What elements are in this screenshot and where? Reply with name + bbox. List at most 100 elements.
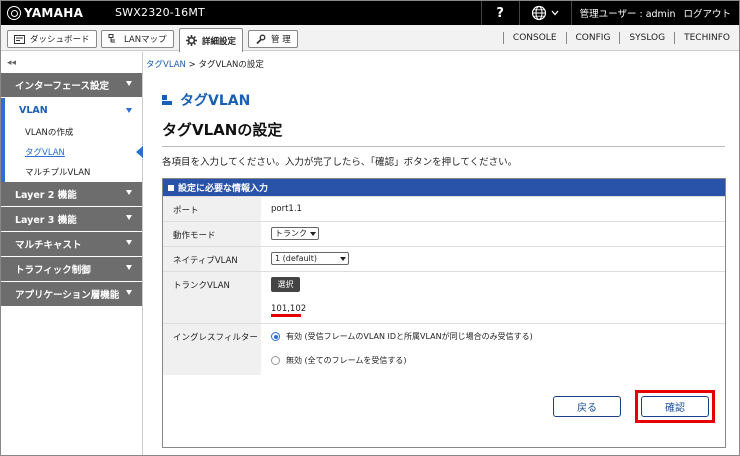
chevron-down-icon bbox=[126, 81, 132, 86]
yamaha-logo: YAMAHA bbox=[7, 5, 83, 21]
native-vlan-select-value: 1 (default) bbox=[275, 254, 318, 263]
nav-dashboard-label: ダッシュボード bbox=[30, 35, 90, 45]
sidebar-item-application[interactable]: アプリケーション層機能 bbox=[1, 282, 142, 307]
nav-lanmap-button[interactable]: LANマップ bbox=[101, 30, 174, 48]
native-vlan-label: ネイティブVLAN bbox=[163, 247, 261, 271]
section-title: タグVLAN bbox=[162, 90, 250, 110]
sidebar-subitem-tag-vlan[interactable]: タグVLAN bbox=[1, 142, 143, 162]
port-label: ポート bbox=[163, 197, 261, 221]
back-button[interactable]: 戻る bbox=[553, 396, 621, 417]
trunk-vlan-row: トランクVLAN 選択 101,102 bbox=[163, 271, 725, 323]
sidebar-subitem-label: タグVLAN bbox=[25, 148, 65, 158]
page-title: タグVLANの設定 bbox=[162, 121, 283, 139]
dropdown-arrow-icon bbox=[310, 231, 316, 236]
trunk-vlan-value: 101,102 bbox=[271, 304, 307, 314]
dropdown-arrow-icon bbox=[340, 256, 346, 261]
mode-label: 動作モード bbox=[163, 222, 261, 246]
nav-manage-button[interactable]: 管 理 bbox=[248, 30, 298, 48]
ingress-filter-enabled-radio[interactable]: 有効 (受信フレームのVLAN IDと所属VLANが同じ場合のみ受信する) bbox=[271, 331, 533, 342]
chevron-down-icon bbox=[126, 265, 132, 270]
chevron-down-icon bbox=[126, 290, 132, 295]
app-window: YAMAHA SWX2320-16MT ? 管理ユーザー : admin ログア… bbox=[0, 0, 740, 456]
native-vlan-select[interactable]: 1 (default) bbox=[271, 252, 349, 265]
section-bullet-icon bbox=[162, 95, 172, 105]
native-vlan-row: ネイティブVLAN 1 (default) bbox=[163, 246, 725, 271]
nav-lanmap-label: LANマップ bbox=[124, 35, 167, 45]
sidebar-item-label: Layer 2 機能 bbox=[15, 190, 77, 201]
trunk-vlan-highlight-underline bbox=[271, 314, 301, 317]
tuning-fork-logo-icon bbox=[7, 6, 21, 20]
dashboard-icon bbox=[14, 34, 25, 44]
sidebar-item-traffic[interactable]: トラフィック制御 bbox=[1, 257, 142, 282]
gear-icon bbox=[186, 35, 197, 46]
panel-header: 設定に必要な情報入力 bbox=[163, 179, 725, 196]
sidebar-subitem-label: VLANの作成 bbox=[25, 128, 74, 138]
nav-detail-settings-label: 詳細設定 bbox=[202, 36, 237, 47]
sidebar-subitem-label: マルチプルVLAN bbox=[25, 168, 91, 178]
panel-title: 設定に必要な情報入力 bbox=[178, 184, 269, 194]
sidebar-subitem-multiple-vlan[interactable]: マルチプルVLAN bbox=[1, 162, 142, 182]
ingress-filter-disabled-radio[interactable]: 無効 (全てのフレームを受信する) bbox=[271, 355, 407, 366]
admin-user-label: 管理ユーザー : admin bbox=[579, 9, 676, 20]
model-name: SWX2320-16MT bbox=[115, 6, 205, 19]
sidebar: ◂◂ インターフェース設定 VLAN VLANの作成 タグVLAN マルチプルV… bbox=[1, 52, 143, 455]
breadcrumb-tag-vlan-link[interactable]: タグVLAN bbox=[146, 60, 186, 70]
chevron-down-icon bbox=[126, 108, 132, 113]
sidebar-item-label: Layer 3 機能 bbox=[15, 215, 77, 226]
top-bar: YAMAHA SWX2320-16MT ? 管理ユーザー : admin ログア… bbox=[1, 1, 739, 25]
current-page-marker-icon bbox=[136, 146, 143, 158]
nav-console-link[interactable]: CONSOLE bbox=[502, 32, 566, 44]
collapse-sidebar-button[interactable]: ◂◂ bbox=[1, 52, 142, 73]
sidebar-item-multicast[interactable]: マルチキャスト bbox=[1, 232, 142, 257]
instruction-text: 各項目を入力してください。入力が完了したら、「確認」ボタンを押してください。 bbox=[162, 157, 518, 168]
trunk-vlan-select-button[interactable]: 選択 bbox=[271, 277, 300, 292]
ingress-filter-label: イングレスフィルター bbox=[163, 324, 261, 375]
nav-techinfo-link[interactable]: TECHINFO bbox=[674, 32, 739, 44]
chevron-down-icon bbox=[551, 10, 559, 16]
nav-config-link[interactable]: CONFIG bbox=[565, 32, 620, 44]
chevron-down-icon bbox=[126, 190, 132, 195]
mode-select[interactable]: トランク bbox=[271, 227, 319, 240]
square-bullet-icon bbox=[168, 184, 174, 191]
globe-icon bbox=[532, 5, 547, 21]
mode-row: 動作モード トランク bbox=[163, 221, 725, 246]
port-value: port1.1 bbox=[271, 204, 302, 214]
language-button[interactable] bbox=[518, 1, 571, 25]
ingress-enabled-label: 有効 (受信フレームのVLAN IDと所属VLANが同じ場合のみ受信する) bbox=[286, 332, 533, 341]
sidebar-item-layer3[interactable]: Layer 3 機能 bbox=[1, 207, 142, 232]
radio-selected-icon bbox=[271, 332, 280, 341]
confirm-button-highlight: 確認 bbox=[635, 390, 715, 423]
sidebar-item-label: VLAN bbox=[19, 104, 48, 116]
breadcrumb: タグVLAN > タグVLANの設定 bbox=[146, 58, 264, 70]
sidebar-item-layer2[interactable]: Layer 2 機能 bbox=[1, 182, 142, 207]
mode-select-value: トランク bbox=[275, 229, 307, 238]
sidebar-subitem-vlan-create[interactable]: VLANの作成 bbox=[1, 122, 142, 142]
chevron-down-icon bbox=[126, 240, 132, 245]
chevron-down-icon bbox=[126, 215, 132, 220]
port-row: ポート port1.1 bbox=[163, 196, 725, 221]
main-content: タグVLAN > タグVLANの設定 タグVLAN タグVLANの設定 各項目を… bbox=[144, 52, 739, 455]
help-button[interactable]: ? bbox=[480, 1, 519, 25]
nav-dashboard-button[interactable]: ダッシュボード bbox=[7, 30, 97, 48]
nav-syslog-link[interactable]: SYSLOG bbox=[619, 32, 674, 44]
breadcrumb-separator: > bbox=[185, 60, 199, 70]
nav-bar: ダッシュボード LANマップ 詳細設定 管 理 CONSOLE CONFIG S… bbox=[1, 25, 739, 52]
wrench-icon bbox=[256, 34, 266, 44]
ingress-filter-row: イングレスフィルター 有効 (受信フレームのVLAN IDと所属VLANが同じ場… bbox=[163, 323, 725, 375]
network-map-icon bbox=[108, 34, 115, 43]
confirm-button[interactable]: 確認 bbox=[641, 396, 709, 417]
sidebar-item-label: マルチキャスト bbox=[15, 240, 82, 251]
sidebar-item-vlan[interactable]: VLAN bbox=[1, 98, 142, 122]
ingress-disabled-label: 無効 (全てのフレームを受信する) bbox=[286, 356, 407, 365]
trunk-vlan-label: トランクVLAN bbox=[163, 272, 261, 323]
logout-link[interactable]: ログアウト bbox=[683, 6, 731, 20]
nav-manage-label: 管 理 bbox=[271, 35, 291, 45]
help-icon: ? bbox=[496, 5, 504, 21]
section-title-text: タグVLAN bbox=[180, 93, 251, 109]
sidebar-item-interface[interactable]: インターフェース設定 bbox=[1, 73, 142, 98]
brand-text: YAMAHA bbox=[24, 6, 84, 20]
sidebar-item-label: アプリケーション層機能 bbox=[15, 290, 120, 301]
settings-panel: 設定に必要な情報入力 ポート port1.1 動作モード トランク ネイティブV… bbox=[162, 178, 726, 448]
nav-detail-settings-tab[interactable]: 詳細設定 bbox=[179, 28, 244, 52]
sidebar-item-label: インターフェース設定 bbox=[15, 81, 109, 92]
